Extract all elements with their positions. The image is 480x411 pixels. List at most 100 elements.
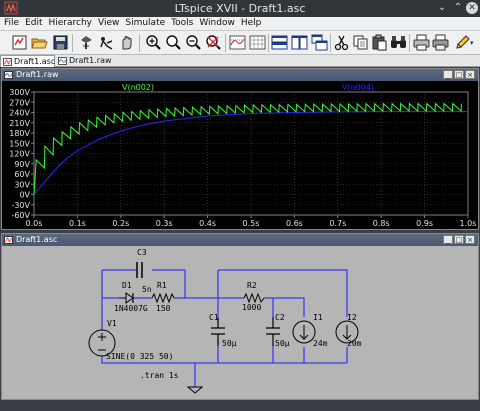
capacitor-c2[interactable]: C2 50µ: [266, 313, 290, 348]
maximize-icon[interactable]: □: [454, 70, 464, 79]
minimize-icon[interactable]: _: [443, 235, 453, 244]
v1-name: V1: [107, 319, 117, 328]
halt-icon[interactable]: [118, 34, 135, 51]
toolbar-separator: [330, 34, 331, 52]
save-icon[interactable]: [52, 34, 69, 51]
current-source-i2[interactable]: I2 20m: [335, 313, 362, 348]
current-source-i1[interactable]: I1 24m: [292, 313, 328, 348]
schematic-drawing: C3 5n D1 1N4007G R1 150 R2 1000 C1 50µ C…: [88, 248, 362, 394]
toolbar-separator: [139, 34, 140, 52]
c2-name: C2: [275, 313, 285, 322]
tran-directive[interactable]: .tran 1s: [140, 371, 179, 380]
resistor-r2[interactable]: R2 1000: [242, 281, 265, 312]
series-v-n002: [33, 102, 462, 195]
plot-window: Draft1.raw _ □ × 300V 270V 240V 210V 180V 150…: [1, 68, 479, 230]
plot-window-title: Draft1.raw: [16, 70, 59, 79]
zoom-in-icon[interactable]: [145, 34, 162, 51]
x-tick-label: 0.2s: [112, 219, 129, 228]
plot-window-caption: Draft1.raw _ □ ×: [2, 69, 478, 81]
x-tick-label: 1.0s: [460, 219, 477, 228]
tab-draft1-asc[interactable]: Draft1.asc: [0, 55, 55, 67]
menu-edit[interactable]: Edit: [23, 17, 44, 28]
c1-value: 50µ: [222, 339, 237, 348]
menu-simulate[interactable]: Simulate: [123, 17, 167, 28]
tab-draft1-raw[interactable]: Draft1.raw: [56, 55, 112, 67]
y-tick-label: 270V: [9, 98, 30, 107]
y-tick-label: 90V: [14, 160, 30, 169]
menu-help[interactable]: Help: [239, 17, 264, 28]
ground-symbol[interactable]: [186, 386, 204, 394]
control-panel-icon[interactable]: [78, 34, 95, 51]
x-tick-label: 0.8s: [373, 219, 390, 228]
schematic-window-title: Draft1.asc: [16, 235, 58, 244]
open-folder-icon[interactable]: [31, 34, 48, 51]
schematic-window: Draft1.asc _ □ × C3 5n D1 1N4007G R1 150…: [1, 233, 479, 400]
resistor-r1[interactable]: R1 150: [151, 281, 175, 313]
tile-horizontal-icon[interactable]: [271, 34, 288, 51]
r2-name: R2: [247, 281, 257, 290]
x-tick-label: 0.7s: [329, 219, 346, 228]
cascade-icon[interactable]: [311, 34, 328, 51]
cut-icon[interactable]: [333, 34, 350, 51]
schematic-canvas[interactable]: C3 5n D1 1N4007G R1 150 R2 1000 C1 50µ C…: [2, 246, 478, 399]
i1-value: 24m: [313, 339, 328, 348]
menu-tools[interactable]: Tools: [169, 17, 195, 28]
toolbar-separator: [268, 34, 269, 52]
waveform-chart: 300V270V 240V210V180V150V 120V90V60V30V 0V-…: [9, 83, 477, 228]
y-tick-label: 120V: [9, 150, 30, 159]
r2-value: 1000: [242, 303, 261, 312]
d1-name: D1: [122, 281, 132, 290]
y-axis-ticks: 300V270V 240V210V180V150V 120V90V60V30V 0V-…: [9, 88, 34, 220]
menu-bar: File Edit Hierarchy View Simulate Tools Window…: [0, 17, 480, 31]
autorange-icon[interactable]: [229, 34, 246, 51]
find-icon[interactable]: [390, 34, 407, 51]
menu-hierarchy[interactable]: Hierarchy: [47, 17, 95, 28]
ltspice-app: LTspice XVII - Draft1.asc ⌄ ⌃ ✕ File Edit…: [0, 0, 480, 411]
grid-icon[interactable]: [249, 34, 266, 51]
paste-icon[interactable]: [371, 34, 388, 51]
waveform-plot[interactable]: 300V 270V 240V 210V 180V 150V 120V 90V 60V 30V 0V -…: [2, 81, 478, 229]
new-schematic-icon[interactable]: [11, 34, 28, 51]
maximize-icon[interactable]: □: [454, 235, 464, 244]
zoom-out-icon[interactable]: [185, 34, 202, 51]
c2-value: 50µ: [275, 339, 290, 348]
close-icon[interactable]: ×: [465, 70, 475, 79]
tile-vertical-icon[interactable]: [291, 34, 308, 51]
x-tick-label: 0.5s: [243, 219, 260, 228]
minimize-icon[interactable]: ⌄: [436, 2, 448, 14]
x-axis-ticks: 0.0s 0.1s 0.2s 0.3s 0.4s 0.5s 0.6s 0.7s 0.8s 0.9s…: [26, 215, 477, 228]
y-tick-label: 240V: [9, 109, 30, 118]
print-icon[interactable]: [413, 34, 430, 51]
zoom-fit-icon[interactable]: [205, 34, 222, 51]
x-tick-label: 0.0s: [26, 219, 43, 228]
tab-label: Draft1.raw: [69, 56, 112, 65]
i2-value: 20m: [347, 339, 362, 348]
menu-window[interactable]: Window: [197, 17, 237, 28]
run-icon[interactable]: [98, 34, 115, 51]
print-setup-icon[interactable]: [432, 34, 449, 51]
schematic-window-caption: Draft1.asc _ □ ×: [2, 234, 478, 246]
i1-name: I1: [313, 313, 323, 322]
capacitor-c1[interactable]: C1 50µ: [209, 313, 237, 348]
window-title: LTspice XVII - Draft1.asc: [174, 2, 306, 15]
copy-icon[interactable]: [352, 34, 369, 51]
capacitor-c3[interactable]: C3 5n: [136, 248, 152, 294]
legend-v-n002[interactable]: V(n002): [122, 83, 154, 92]
maximize-icon[interactable]: ⌃: [452, 2, 464, 14]
close-icon[interactable]: ×: [465, 235, 475, 244]
close-icon[interactable]: ✕: [466, 2, 478, 14]
d1-value: 1N4007G: [114, 304, 148, 313]
x-tick-label: 0.6s: [286, 219, 303, 228]
document-tab-bar: Draft1.asc Draft1.raw: [0, 55, 480, 67]
minimize-icon[interactable]: _: [443, 70, 453, 79]
pencil-icon[interactable]: [454, 34, 471, 51]
i2-name: I2: [347, 313, 357, 322]
legend-v-n004[interactable]: V(n004): [342, 83, 374, 92]
menu-view[interactable]: View: [96, 17, 121, 28]
toolbar-overflow-icon[interactable]: ▾: [470, 39, 478, 47]
zoom-pan-icon[interactable]: [165, 34, 182, 51]
menu-file[interactable]: File: [2, 17, 21, 28]
y-tick-label: 180V: [9, 129, 30, 138]
c1-name: C1: [209, 313, 219, 322]
schematic-doc-icon: [4, 236, 13, 244]
